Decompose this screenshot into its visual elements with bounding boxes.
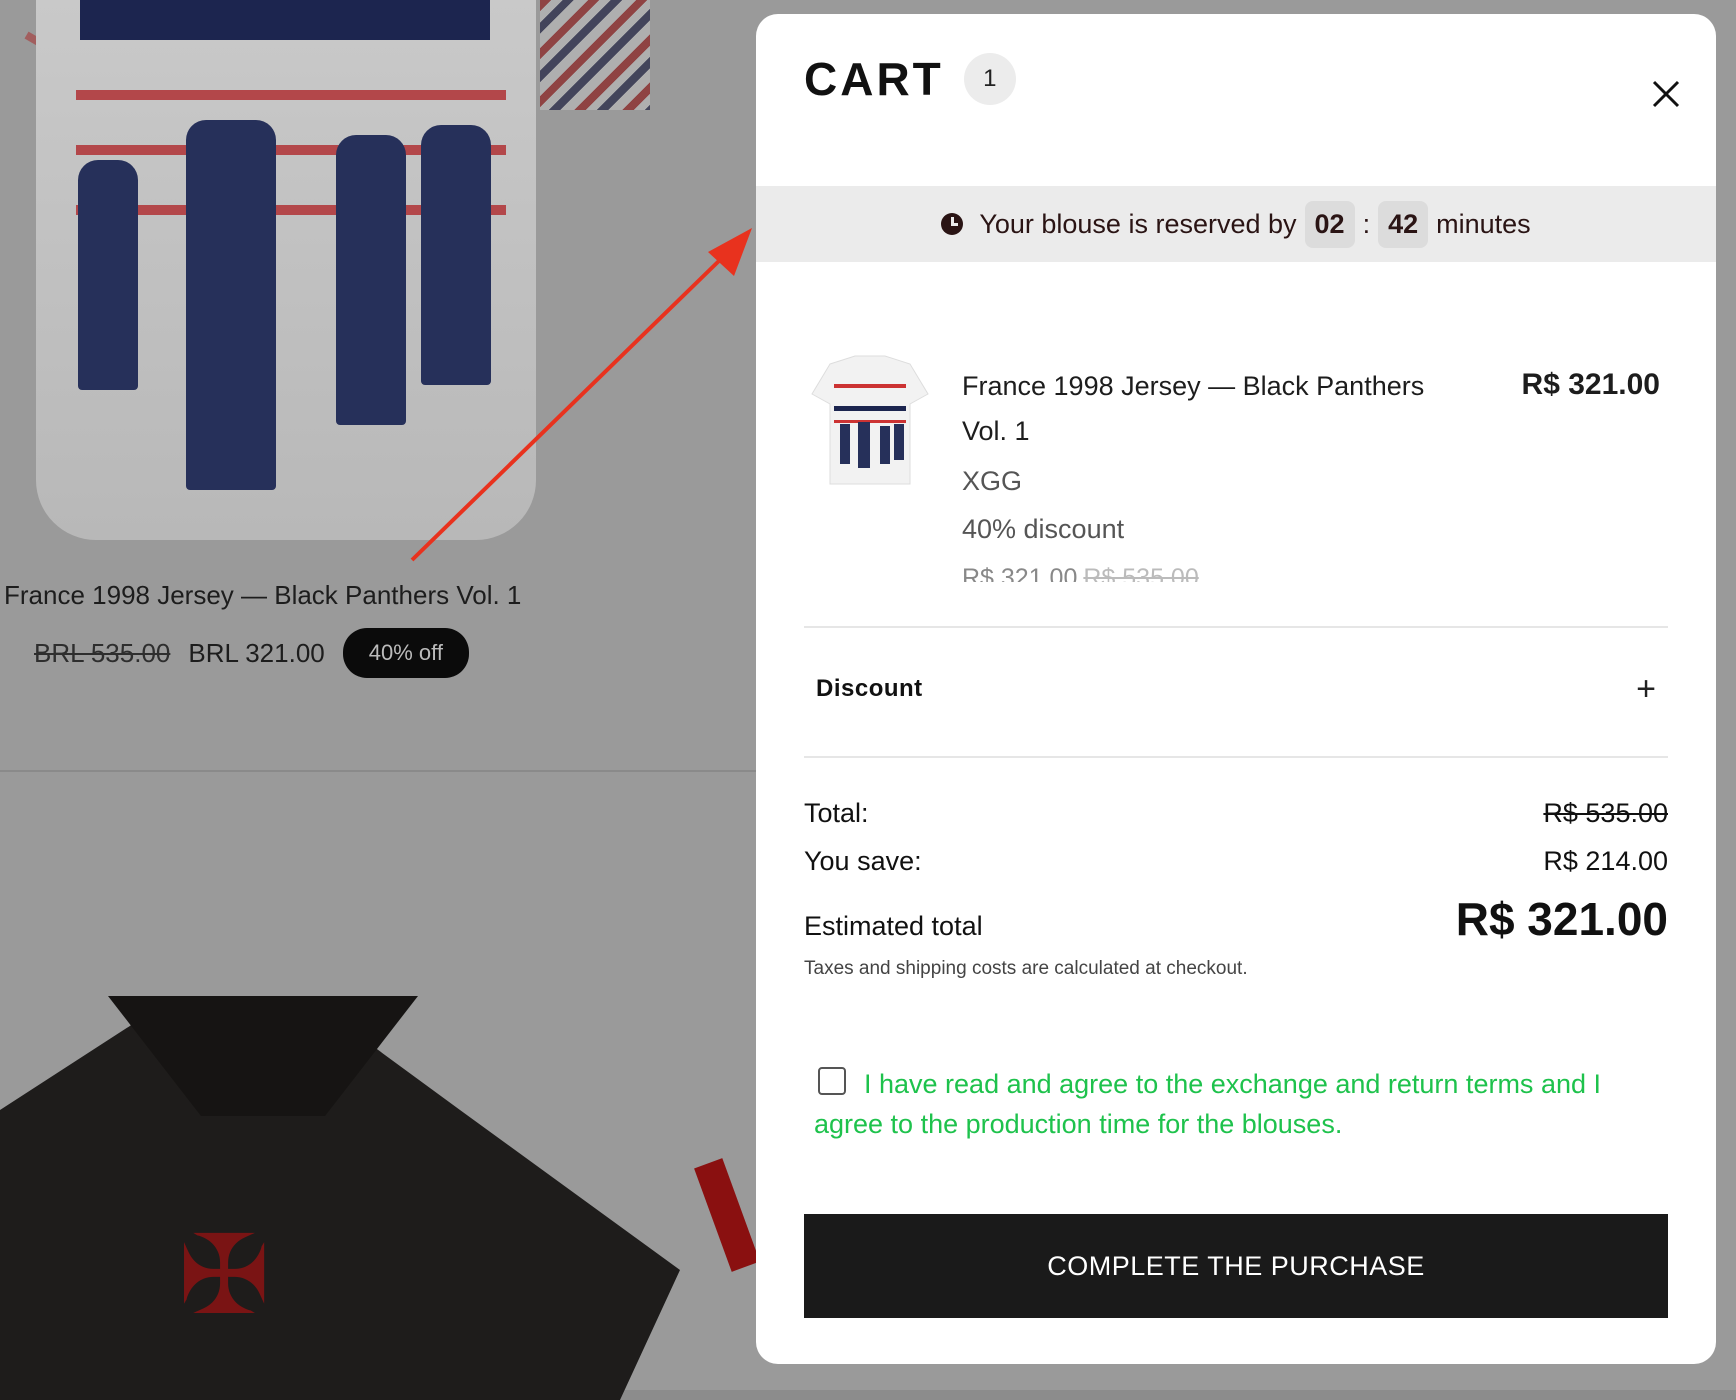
total-label: Total:	[804, 798, 869, 828]
cart-item-compare-price: R$ 535.00	[1083, 564, 1199, 582]
reservation-prefix: Your blouse is reserved by	[979, 208, 1297, 239]
cart-item-price: R$ 321.00	[1521, 368, 1660, 401]
summary-total-row: Total: R$ 535.00	[804, 798, 1668, 829]
reservation-suffix: minutes	[1436, 208, 1531, 239]
figure	[336, 135, 406, 425]
discount-label: Discount	[816, 675, 923, 702]
figure	[186, 120, 276, 490]
tax-note: Taxes and shipping costs are calculated …	[804, 958, 1248, 979]
divider	[804, 756, 1668, 758]
cross-emblem-icon: ✠	[178, 1214, 271, 1337]
jersey-sleeve-right	[540, 0, 650, 110]
total-value: R$ 535.00	[1543, 798, 1668, 828]
cart-item-name[interactable]: France 1998 Jersey — Black Panthers Vol.…	[962, 364, 1442, 454]
cart-item-sale-price: R$ 321.00	[962, 564, 1078, 582]
discount-badge: 40% off	[342, 628, 469, 678]
product-new-price: BRL 321.00	[188, 637, 325, 668]
cart-drawer: CART 1 Your blouse is reserved by 02 : 4…	[756, 14, 1716, 1364]
jersey-stripe	[76, 90, 506, 100]
cart-count-badge: 1	[963, 53, 1016, 105]
cart-header: CART 1	[804, 52, 1016, 106]
summary-save-row: You save: R$ 214.00	[804, 846, 1668, 877]
cart-item-price-comparison: R$ 321.00 R$ 535.00	[962, 564, 1199, 582]
terms-checkbox[interactable]	[818, 1067, 846, 1095]
estimated-value: R$ 321.00	[1455, 893, 1668, 945]
figure	[421, 125, 491, 385]
product-old-price: BRL 535.00	[34, 637, 171, 668]
close-icon[interactable]	[1648, 76, 1684, 112]
cart-item-variant: XGG	[962, 466, 1023, 496]
product-price-row: BRL 535.00 BRL 321.00 40% off	[34, 628, 469, 678]
complete-purchase-button[interactable]: COMPLETE THE PURCHASE	[804, 1214, 1668, 1318]
cart-title: CART	[804, 53, 944, 105]
plus-icon[interactable]: +	[1636, 672, 1656, 706]
clock-icon	[941, 213, 964, 235]
terms-agreement[interactable]: I have read and agree to the exchange an…	[814, 1064, 1634, 1144]
jersey-band	[80, 0, 490, 40]
red-flag-shape	[694, 1158, 760, 1272]
product-title[interactable]: France 1998 Jersey — Black Panthers Vol.…	[4, 580, 521, 611]
discount-toggle[interactable]: Discount +	[816, 672, 1656, 706]
product-image-white-jersey[interactable]	[36, 0, 536, 540]
timer-seconds: 42	[1378, 200, 1429, 248]
estimated-label: Estimated total	[804, 910, 983, 941]
reservation-timer-bar: Your blouse is reserved by 02 : 42 minut…	[756, 186, 1716, 262]
figure	[78, 160, 138, 390]
cart-item-discount: 40% discount	[962, 514, 1125, 544]
grid-divider	[0, 770, 760, 772]
save-label: You save:	[804, 846, 922, 876]
terms-text[interactable]: I have read and agree to the exchange an…	[814, 1069, 1601, 1139]
cart-item-thumbnail[interactable]	[810, 354, 930, 494]
divider	[804, 626, 1668, 628]
summary-estimated-row: Estimated total R$ 321.00	[804, 892, 1668, 946]
timer-minutes: 02	[1304, 200, 1355, 248]
save-value: R$ 214.00	[1543, 846, 1668, 876]
timer-separator: :	[1362, 208, 1371, 239]
